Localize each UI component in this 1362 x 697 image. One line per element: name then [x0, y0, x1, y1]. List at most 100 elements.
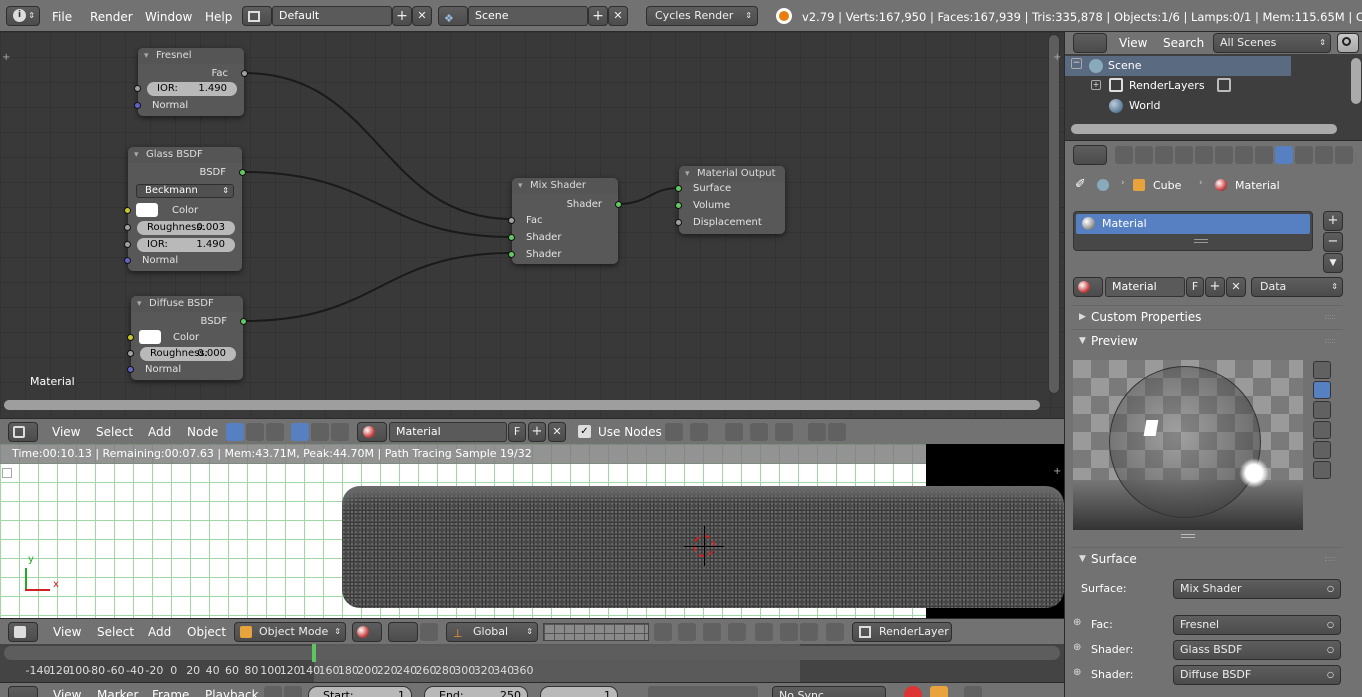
- pivot-dropdown[interactable]: [388, 622, 418, 642]
- outliner-row-scene[interactable]: − Scene: [1065, 56, 1291, 76]
- pause-icon[interactable]: [826, 623, 844, 641]
- expand-icon[interactable]: +: [1091, 80, 1101, 90]
- output-displacement-socket[interactable]: [675, 219, 682, 226]
- glass-bsdf-out-socket[interactable]: [239, 169, 246, 176]
- layer-buttons[interactable]: [543, 623, 649, 641]
- particles-tab-icon[interactable]: [1315, 146, 1333, 164]
- copy-icon[interactable]: [808, 423, 826, 441]
- glass-distribution-dropdown[interactable]: Beckmann ⇕: [136, 184, 234, 198]
- material-name-field[interactable]: Material: [1105, 277, 1185, 297]
- diffuse-normal-socket[interactable]: [127, 366, 134, 373]
- menu-view[interactable]: View: [52, 424, 80, 440]
- shading-dropdown[interactable]: [352, 622, 382, 642]
- slot-specials-button[interactable]: ▼: [1323, 253, 1343, 273]
- mix-shader2-socket[interactable]: [508, 251, 515, 258]
- new-material-button[interactable]: +: [1205, 277, 1225, 297]
- parent-node-icon[interactable]: [690, 423, 708, 441]
- glass-ior-field[interactable]: IOR: 1.490: [137, 238, 235, 252]
- mix-shader-title[interactable]: Mix Shader: [512, 178, 618, 194]
- remove-slot-button[interactable]: −: [1323, 232, 1343, 252]
- panel-grip-icon[interactable]: [1325, 557, 1335, 561]
- glass-normal-socket[interactable]: [124, 257, 131, 264]
- material-browse-button[interactable]: [357, 422, 387, 442]
- hair-preview-icon[interactable]: [1313, 441, 1331, 459]
- expand-icon[interactable]: ⊕: [1073, 667, 1081, 678]
- render-tab-icon[interactable]: [1115, 146, 1133, 164]
- material-tab-icon[interactable]: [1275, 146, 1293, 164]
- add-scene-button[interactable]: +: [588, 6, 608, 26]
- material-browse-button[interactable]: [1073, 277, 1103, 297]
- texture-tab-icon[interactable]: [1295, 146, 1313, 164]
- flat-preview-icon[interactable]: [1313, 361, 1331, 379]
- outliner-scrollbar-v[interactable]: [1351, 58, 1361, 104]
- world-source-icon[interactable]: [311, 423, 329, 441]
- texture-nodes-icon[interactable]: [246, 423, 264, 441]
- diffuse-bsdf-title[interactable]: Diffuse BSDF: [131, 296, 243, 312]
- expand-icon[interactable]: ⊕: [1073, 617, 1081, 628]
- record-icon[interactable]: [904, 686, 922, 697]
- fake-user-button[interactable]: F: [1186, 277, 1204, 297]
- fake-user-button[interactable]: F: [508, 422, 526, 442]
- editor-type-button[interactable]: [1073, 33, 1107, 53]
- timeline-scrollbar[interactable]: [4, 646, 1060, 660]
- editor-type-button[interactable]: i ⇕: [6, 6, 40, 26]
- menu-select[interactable]: Select: [96, 424, 133, 440]
- snap-icon[interactable]: [750, 423, 768, 441]
- search-button[interactable]: [1337, 33, 1359, 53]
- snap-element-icon[interactable]: [728, 623, 746, 641]
- viewport-plus-icon[interactable]: +: [1053, 466, 1061, 477]
- editor-type-button[interactable]: [1073, 145, 1107, 165]
- shader1-input-field[interactable]: Glass BSDF ○: [1173, 640, 1341, 660]
- fresnel-ior-field[interactable]: IOR: 1.490: [147, 82, 237, 96]
- node-editor-area[interactable]: + + Fresnel Fac IOR:1.490 Normal Glass B…: [0, 32, 1064, 418]
- menu-help[interactable]: Help: [205, 9, 232, 25]
- add-layout-button[interactable]: +: [392, 6, 412, 26]
- constraints-tab-icon[interactable]: [1215, 146, 1233, 164]
- fresnel-normal-socket[interactable]: [134, 102, 141, 109]
- menu-node[interactable]: Node: [187, 424, 218, 440]
- surface-shader-field[interactable]: Mix Shader ○: [1173, 579, 1341, 599]
- render-anim-icon[interactable]: [800, 623, 818, 641]
- snap-magnet-icon[interactable]: [703, 623, 721, 641]
- scene-tab-icon[interactable]: [1155, 146, 1173, 164]
- menu-add[interactable]: Add: [148, 624, 171, 640]
- use-nodes-checkbox[interactable]: ✓: [578, 425, 591, 438]
- fresnel-fac-socket[interactable]: [241, 70, 248, 77]
- material-output-title[interactable]: Material Output: [679, 166, 785, 182]
- outliner-scrollbar-h[interactable]: [1071, 124, 1337, 134]
- glass-bsdf-node[interactable]: Glass BSDF BSDF Beckmann ⇕ Color Roughnes…: [124, 147, 246, 271]
- diffuse-bsdf-node[interactable]: Diffuse BSDF BSDF Color Roughness:0.000 …: [127, 296, 247, 380]
- menu-select[interactable]: Select: [97, 624, 134, 640]
- paste-icon[interactable]: [828, 423, 846, 441]
- orientation-dropdown[interactable]: ⊥ Global ⇕: [446, 622, 538, 642]
- menu-window[interactable]: Window: [145, 9, 192, 25]
- editor-type-button[interactable]: [8, 686, 38, 697]
- snap-target-icon[interactable]: [755, 623, 773, 641]
- lock-layers-icon[interactable]: [654, 623, 672, 641]
- lock-icon[interactable]: [284, 686, 302, 697]
- playback-controls[interactable]: [648, 686, 758, 697]
- material-slot-row[interactable]: Material: [1076, 214, 1310, 234]
- display-mode-dropdown[interactable]: All Scenes ⇕: [1213, 33, 1331, 53]
- unlink-material-button[interactable]: ✕: [548, 422, 566, 442]
- preview-resize-handle[interactable]: [1181, 534, 1195, 538]
- diffuse-bsdf-out-socket[interactable]: [240, 318, 247, 325]
- menu-view[interactable]: View: [1119, 35, 1147, 51]
- scene-field[interactable]: Scene: [468, 6, 588, 26]
- scene-selector[interactable]: ❖: [438, 6, 468, 26]
- cube-preview-icon[interactable]: [1313, 401, 1331, 419]
- mix-shader1-socket[interactable]: [508, 234, 515, 241]
- sync-dropdown[interactable]: No Sync: [772, 686, 886, 697]
- sphere-preview-icon[interactable]: [1313, 381, 1331, 399]
- unlink-material-button[interactable]: ✕: [1226, 277, 1246, 297]
- preview-panel-header[interactable]: ▼ Preview: [1071, 329, 1343, 351]
- render-layer-dropdown[interactable]: RenderLayer: [852, 622, 952, 642]
- mix-shader-node[interactable]: Mix Shader Shader Fac Shader Shader: [508, 178, 622, 264]
- pin-icon[interactable]: ✐: [1075, 177, 1086, 192]
- panel-grip-icon[interactable]: [1325, 315, 1335, 319]
- viewport-3d[interactable]: Time:00:10.13 | Remaining:00:07.63 | Mem…: [0, 444, 1064, 618]
- remove-scene-button[interactable]: ✕: [608, 6, 628, 26]
- output-surface-socket[interactable]: [675, 185, 682, 192]
- start-frame-field[interactable]: Start: 1: [308, 686, 412, 697]
- current-frame-marker[interactable]: [312, 644, 316, 662]
